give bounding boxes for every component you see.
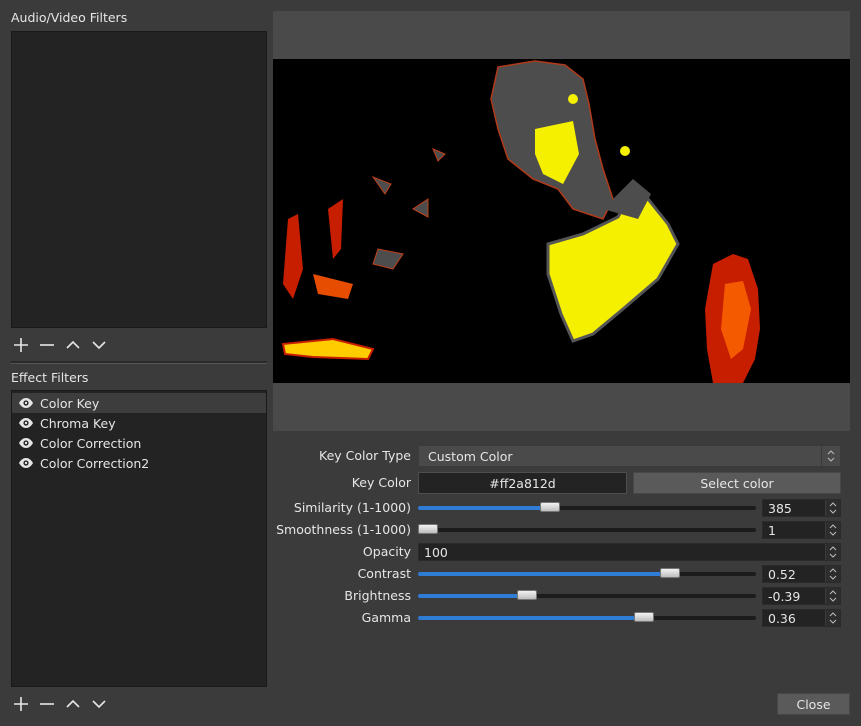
add-av-filter-button[interactable] [11, 335, 31, 355]
effect-filter-color-correction[interactable]: Color Correction [12, 433, 266, 453]
opacity-label: Opacity [362, 544, 411, 559]
effect-filters-title: Effect Filters [11, 370, 89, 385]
chevron-down-icon [92, 700, 106, 709]
brightness-label: Brightness [344, 588, 411, 603]
effect-filters-list[interactable]: Color Key Chroma Key Color Correction Co… [11, 390, 267, 687]
eye-icon[interactable] [18, 417, 34, 429]
key-color-label: Key Color [351, 475, 411, 490]
contrast-value: 0.52 [768, 566, 796, 582]
brightness-spinbox[interactable]: -0.39 [762, 587, 841, 605]
similarity-slider[interactable] [418, 502, 756, 512]
eye-icon[interactable] [18, 437, 34, 449]
move-up-av-filter-button[interactable] [63, 335, 83, 355]
preview-video [273, 59, 850, 383]
slider-handle[interactable] [634, 612, 655, 622]
effect-filter-chroma-key[interactable]: Chroma Key [12, 413, 266, 433]
slider-fill [418, 506, 551, 510]
brightness-slider[interactable] [418, 590, 756, 600]
gamma-spinbox[interactable]: 0.36 [762, 609, 841, 627]
chevron-down-icon [92, 341, 106, 350]
close-button[interactable]: Close [777, 693, 850, 715]
key-color-hex: #ff2a812d [489, 475, 556, 491]
remove-effect-filter-button[interactable] [37, 694, 57, 714]
plus-icon [14, 697, 28, 711]
key-color-value-field: #ff2a812d [418, 472, 627, 494]
contrast-label: Contrast [357, 566, 411, 581]
move-down-av-filter-button[interactable] [89, 335, 109, 355]
slider-fill [418, 572, 670, 576]
smoothness-label: Smoothness (1-1000) [276, 522, 411, 537]
gamma-label: Gamma [361, 610, 411, 625]
av-filters-list[interactable] [11, 31, 267, 328]
plus-icon [14, 338, 28, 352]
remove-av-filter-button[interactable] [37, 335, 57, 355]
brightness-value: -0.39 [768, 588, 801, 604]
smoothness-slider[interactable] [418, 524, 756, 534]
eye-icon[interactable] [18, 397, 34, 409]
spin-arrows-icon[interactable] [825, 566, 840, 582]
add-effect-filter-button[interactable] [11, 694, 31, 714]
gamma-value: 0.36 [768, 610, 796, 626]
effect-filter-color-key[interactable]: Color Key [12, 393, 266, 413]
updown-arrows-icon [821, 446, 840, 466]
select-color-button[interactable]: Select color [633, 472, 841, 494]
eye-icon[interactable] [18, 457, 34, 469]
minus-icon [40, 344, 54, 346]
move-up-effect-filter-button[interactable] [63, 694, 83, 714]
slider-handle[interactable] [659, 568, 680, 578]
similarity-label: Similarity (1-1000) [293, 500, 411, 515]
effect-filter-color-correction2[interactable]: Color Correction2 [12, 453, 266, 473]
slider-fill [418, 594, 527, 598]
key-color-type-select[interactable]: Custom Color [418, 445, 841, 467]
slider-handle[interactable] [516, 590, 537, 600]
similarity-spinbox[interactable]: 385 [762, 499, 841, 517]
contrast-spinbox[interactable]: 0.52 [762, 565, 841, 583]
slider-handle[interactable] [540, 502, 561, 512]
key-color-type-label: Key Color Type [319, 448, 411, 463]
filter-label: Color Correction2 [40, 455, 150, 471]
av-filters-title: Audio/Video Filters [11, 10, 128, 25]
spin-arrows-icon[interactable] [825, 522, 840, 538]
effect-filters-toolbar [11, 694, 109, 714]
chevron-up-icon [66, 340, 80, 349]
section-divider [11, 361, 267, 364]
preview-area [273, 11, 850, 431]
color-key-preview-image [273, 59, 850, 383]
spin-arrows-icon[interactable] [825, 610, 840, 626]
filter-label: Chroma Key [40, 415, 116, 431]
minus-icon [40, 703, 54, 705]
spin-arrows-icon[interactable] [825, 588, 840, 604]
contrast-slider[interactable] [418, 568, 756, 578]
slider-fill [418, 616, 645, 620]
spin-arrows-icon[interactable] [825, 544, 840, 560]
slider-handle[interactable] [418, 524, 438, 534]
similarity-value: 385 [768, 500, 792, 516]
key-color-type-value: Custom Color [428, 448, 513, 464]
move-down-effect-filter-button[interactable] [89, 694, 109, 714]
smoothness-spinbox[interactable]: 1 [762, 521, 841, 539]
spin-arrows-icon[interactable] [825, 500, 840, 516]
gamma-slider[interactable] [418, 612, 756, 622]
opacity-value: 100 [424, 544, 448, 560]
opacity-spinbox[interactable]: 100 [418, 543, 841, 561]
av-filters-toolbar [11, 335, 109, 355]
chevron-up-icon [66, 699, 80, 708]
filter-label: Color Correction [40, 435, 142, 451]
smoothness-value: 1 [768, 522, 776, 538]
filter-label: Color Key [40, 395, 100, 411]
